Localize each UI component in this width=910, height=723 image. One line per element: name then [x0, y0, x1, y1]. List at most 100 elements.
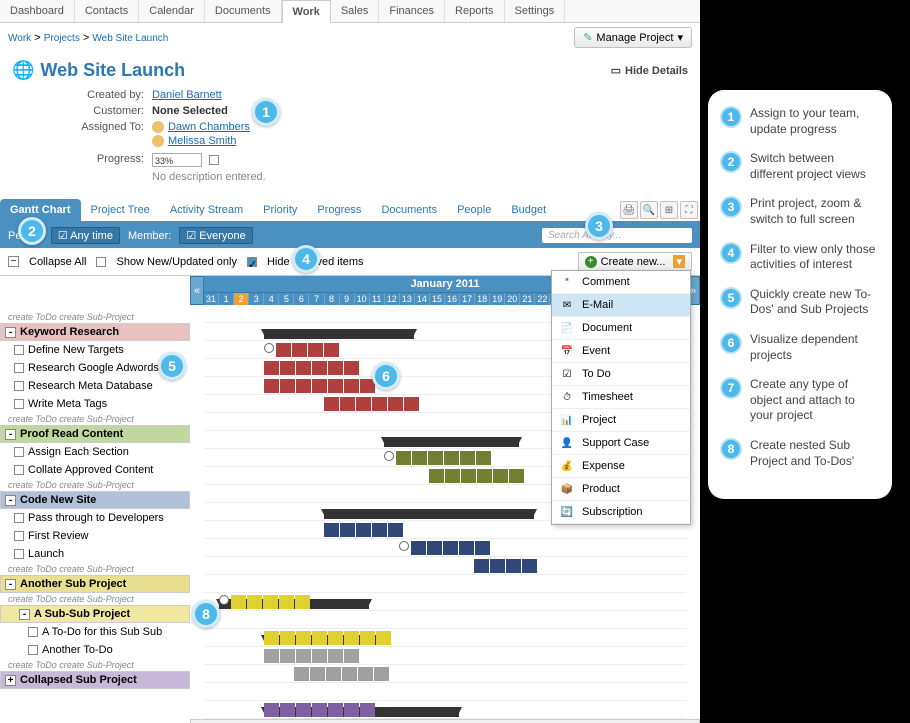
menu-item-document[interactable]: 📄Document — [552, 317, 690, 340]
gantt-bar[interactable] — [264, 379, 376, 393]
zoom-icon[interactable]: 🔍 — [640, 201, 658, 219]
created-by-link[interactable]: Daniel Barnett — [152, 89, 222, 101]
task-checkbox[interactable] — [14, 447, 24, 457]
task-group[interactable]: -Code New Site — [0, 491, 190, 509]
collapse-all-icon[interactable]: − — [8, 256, 19, 267]
task-row[interactable]: Write Meta Tags — [0, 395, 190, 413]
gantt-bar[interactable] — [399, 541, 491, 555]
view-tab-activity-stream[interactable]: Activity Stream — [160, 199, 253, 221]
task-checkbox[interactable] — [14, 465, 24, 475]
task-row[interactable]: A To-Do for this Sub Sub — [0, 623, 190, 641]
tab-settings[interactable]: Settings — [505, 0, 566, 22]
menu-item-timesheet[interactable]: ⏱Timesheet — [552, 386, 690, 409]
progress-checkbox[interactable] — [209, 155, 219, 165]
menu-item-project[interactable]: 📊Project — [552, 409, 690, 432]
breadcrumb-link[interactable]: Projects — [44, 33, 80, 44]
create-links[interactable]: create ToDo create Sub-Project — [0, 311, 190, 323]
breadcrumb-link[interactable]: Web Site Launch — [92, 33, 168, 44]
search-input[interactable]: Search Activity... — [542, 228, 692, 243]
gantt-bar[interactable] — [264, 361, 360, 375]
view-tab-gantt-chart[interactable]: Gantt Chart — [0, 199, 81, 221]
collapse-toggle-icon[interactable]: - — [19, 609, 30, 620]
gantt-bar[interactable] — [324, 397, 420, 411]
create-links[interactable]: create ToDo create Sub-Project — [0, 659, 190, 671]
gantt-bar[interactable] — [264, 703, 376, 717]
print-icon[interactable]: 🖨 — [620, 201, 638, 219]
gantt-bar[interactable] — [294, 667, 390, 681]
task-checkbox[interactable] — [14, 549, 24, 559]
gantt-bar[interactable] — [219, 595, 311, 609]
create-links[interactable]: create ToDo create Sub-Project — [0, 593, 190, 605]
hide-details-button[interactable]: ▭ Hide Details — [611, 64, 688, 77]
collapse-toggle-icon[interactable]: - — [5, 495, 16, 506]
gantt-bar[interactable] — [264, 649, 360, 663]
task-row[interactable]: Another To-Do — [0, 641, 190, 659]
view-tab-progress[interactable]: Progress — [307, 199, 371, 221]
menu-item-product[interactable]: 📦Product — [552, 478, 690, 501]
menu-item-e-mail[interactable]: ✉E-Mail — [552, 294, 690, 317]
task-group[interactable]: -Another Sub Project — [0, 575, 190, 593]
collapse-toggle-icon[interactable]: - — [5, 327, 16, 338]
gantt-bar[interactable] — [384, 437, 519, 447]
task-checkbox[interactable] — [28, 627, 38, 637]
collapse-toggle-icon[interactable]: - — [5, 429, 16, 440]
assigned-person-link[interactable]: Melissa Smith — [168, 135, 236, 147]
gantt-bar[interactable] — [429, 469, 525, 483]
gantt-bar[interactable] — [324, 509, 534, 519]
task-group[interactable]: -Proof Read Content — [0, 425, 190, 443]
tab-documents[interactable]: Documents — [205, 0, 282, 22]
gantt-bar[interactable] — [264, 343, 340, 357]
create-links[interactable]: create ToDo create Sub-Project — [0, 563, 190, 575]
breadcrumb-link[interactable]: Work — [8, 33, 31, 44]
menu-item-to-do[interactable]: ☑To Do — [552, 363, 690, 386]
collapse-toggle-icon[interactable]: + — [5, 675, 16, 686]
fullscreen-icon[interactable]: ⛶ — [680, 201, 698, 219]
task-group[interactable]: -Keyword Research — [0, 323, 190, 341]
hide-archived-checkbox[interactable]: ✓ — [247, 257, 257, 267]
horizontal-scrollbar[interactable]: ◄ ► — [190, 719, 700, 723]
scroll-left-button[interactable]: « — [190, 276, 204, 305]
task-checkbox[interactable] — [14, 345, 24, 355]
tab-dashboard[interactable]: Dashboard — [0, 0, 75, 22]
task-group[interactable]: +Collapsed Sub Project — [0, 671, 190, 689]
view-tab-documents[interactable]: Documents — [371, 199, 447, 221]
tab-finances[interactable]: Finances — [379, 0, 445, 22]
view-tab-people[interactable]: People — [447, 199, 501, 221]
tab-calendar[interactable]: Calendar — [139, 0, 205, 22]
grid-icon[interactable]: ⊞ — [660, 201, 678, 219]
gantt-bar[interactable] — [474, 559, 538, 573]
tab-work[interactable]: Work — [282, 0, 331, 23]
collapse-all-label[interactable]: Collapse All — [29, 256, 86, 268]
task-row[interactable]: Launch — [0, 545, 190, 563]
task-row[interactable]: Collate Approved Content — [0, 461, 190, 479]
task-row[interactable]: Pass through to Developers — [0, 509, 190, 527]
task-checkbox[interactable] — [14, 531, 24, 541]
task-row[interactable]: Assign Each Section — [0, 443, 190, 461]
create-new-button[interactable]: + Create new... ▾ “Comment✉E-Mail📄Docume… — [578, 252, 692, 271]
menu-item-event[interactable]: 📅Event — [552, 340, 690, 363]
gantt-bar[interactable] — [264, 631, 392, 645]
tab-sales[interactable]: Sales — [331, 0, 380, 22]
collapse-toggle-icon[interactable]: - — [5, 579, 16, 590]
menu-item-subscription[interactable]: 🔄Subscription — [552, 501, 690, 524]
task-checkbox[interactable] — [28, 645, 38, 655]
task-checkbox[interactable] — [14, 381, 24, 391]
create-links[interactable]: create ToDo create Sub-Project — [0, 413, 190, 425]
menu-item-expense[interactable]: 💰Expense — [552, 455, 690, 478]
task-row[interactable]: Research Meta Database — [0, 377, 190, 395]
gantt-bar[interactable] — [324, 523, 404, 537]
task-row[interactable]: First Review — [0, 527, 190, 545]
task-checkbox[interactable] — [14, 513, 24, 523]
manage-project-button[interactable]: ✎ Manage Project ▾ — [574, 27, 692, 48]
view-tab-budget[interactable]: Budget — [501, 199, 556, 221]
gantt-bar[interactable] — [384, 451, 492, 465]
show-new-checkbox[interactable] — [96, 257, 106, 267]
tab-reports[interactable]: Reports — [445, 0, 505, 22]
member-select[interactable]: ☑ Everyone — [179, 227, 252, 244]
menu-item-support-case[interactable]: 👤Support Case — [552, 432, 690, 455]
view-tab-project-tree[interactable]: Project Tree — [81, 199, 160, 221]
gantt-bar[interactable] — [264, 329, 414, 339]
task-checkbox[interactable] — [14, 363, 24, 373]
period-select[interactable]: ☑ Any time — [51, 227, 120, 244]
tab-contacts[interactable]: Contacts — [75, 0, 139, 22]
